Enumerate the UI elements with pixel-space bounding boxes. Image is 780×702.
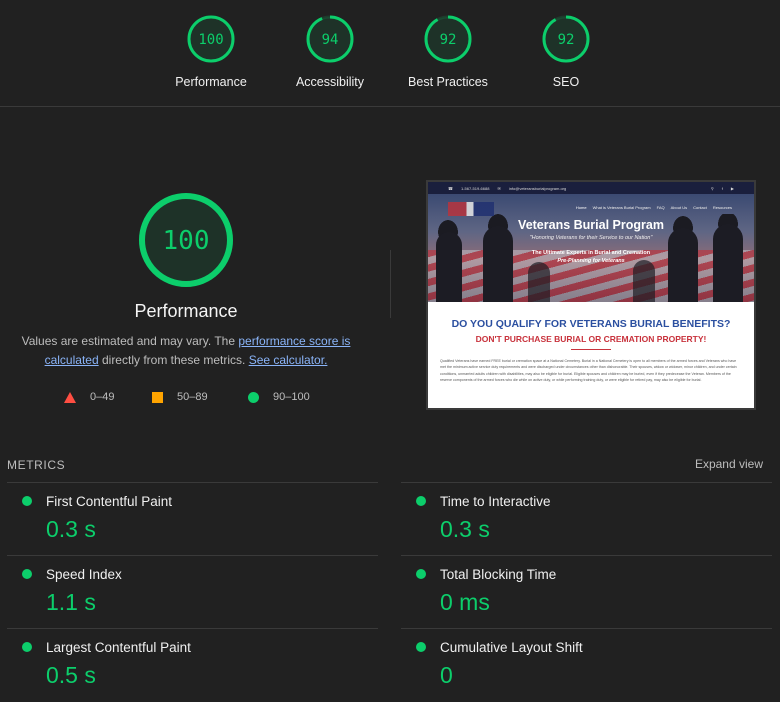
legend-pass: 90–100 (248, 391, 310, 403)
nav-item: What is Veterans Burial Program (592, 205, 651, 210)
gauge-label: Best Practices (408, 75, 488, 89)
search-icon: ⚲ (710, 185, 714, 191)
screenshot-title: Veterans Burial Program (518, 218, 664, 232)
legend-average: 50–89 (152, 391, 208, 403)
performance-description: Values are estimated and may vary. The p… (14, 332, 358, 370)
metric-name: Speed Index (46, 567, 122, 582)
summary-bar: 100 Performance 94 Accessibility 92 Best… (0, 0, 780, 107)
description-text: directly from these metrics. (98, 353, 249, 367)
circle-pass-icon (22, 496, 32, 506)
legend-range: 90–100 (273, 391, 310, 403)
metric-first-contentful-paint: First Contentful Paint 0.3 s (7, 482, 378, 554)
description-text: Values are estimated and may vary. The (21, 334, 239, 348)
expand-view-toggle[interactable]: Expand view (695, 457, 763, 471)
gauge-best-practices[interactable]: 92 Best Practices (388, 14, 508, 89)
circle-pass-icon (416, 496, 426, 506)
circle-pass-icon (248, 391, 259, 403)
performance-gauge-large: 100 (139, 193, 233, 287)
divider (571, 349, 611, 350)
screenshot-paragraph: Qualified Veterans have earned FREE buri… (440, 359, 737, 383)
phone-icon: ☎ (448, 185, 453, 191)
legend-range: 50–89 (177, 391, 208, 403)
metric-value: 0.3 s (440, 516, 490, 542)
legend-range: 0–49 (90, 391, 115, 403)
gauge-score: 92 (440, 32, 457, 48)
gauge-label: Performance (175, 75, 247, 89)
topbar-phone: 1-567-519-6688 (460, 185, 490, 191)
screenshot-question: DO YOU QUALIFY FOR VETERANS BURIAL BENEF… (451, 318, 731, 330)
screenshot-nav: Home What is Veterans Burial Program FAQ… (576, 205, 732, 210)
metrics-header: METRICS (7, 458, 66, 472)
legend-fail: 0–49 (64, 391, 114, 403)
nav-item: Home (575, 205, 587, 210)
see-calculator-link[interactable]: See calculator. (249, 353, 328, 367)
screenshot-body: DO YOU QUALIFY FOR VETERANS BURIAL BENEF… (428, 302, 754, 384)
metric-value: 0.5 s (46, 662, 96, 688)
gauge-performance[interactable]: 100 Performance (151, 14, 271, 89)
metric-value: 0 (440, 662, 453, 688)
youtube-icon: ▶ (730, 185, 734, 191)
nav-item: About Us (670, 205, 688, 210)
metric-largest-contentful-paint: Largest Contentful Paint 0.5 s (7, 628, 378, 700)
gauge-score: 92 (558, 32, 575, 48)
gauge-ring: 92 (542, 15, 590, 63)
metric-name: First Contentful Paint (46, 494, 173, 509)
metric-name: Cumulative Layout Shift (440, 640, 583, 655)
final-screenshot[interactable]: ☎ 1-567-519-6688 ✉ info@veteransburialpr… (426, 180, 756, 410)
gauge-score: 94 (322, 32, 339, 48)
gauge-accessibility[interactable]: 94 Accessibility (270, 14, 390, 89)
gauge-score: 100 (198, 32, 223, 48)
topbar-email: info@veteransburialprogram.org (508, 185, 567, 191)
circle-pass-icon (416, 642, 426, 652)
gauge-ring: 94 (306, 15, 354, 63)
metric-time-to-interactive: Time to Interactive 0.3 s (401, 482, 772, 554)
performance-score: 100 (163, 226, 210, 256)
nav-item: Contact (693, 205, 707, 210)
nav-item: FAQ (656, 205, 665, 210)
circle-pass-icon (416, 569, 426, 579)
metric-name: Time to Interactive (440, 494, 551, 509)
metric-name: Largest Contentful Paint (46, 640, 191, 655)
square-average-icon (152, 391, 163, 403)
screenshot-subtitle: "Honoring Veterans for their Service to … (529, 235, 653, 241)
screenshot-tagline: The Ultimate Experts in Burial and Crema… (531, 250, 651, 256)
circle-pass-icon (22, 642, 32, 652)
site-logo (448, 202, 494, 216)
screenshot-tagline: Pre-Planning for Veterans (557, 258, 625, 264)
metric-cumulative-layout-shift: Cumulative Layout Shift 0 (401, 628, 772, 700)
gauge-label: Accessibility (295, 75, 365, 89)
nav-item: Resources (712, 205, 732, 210)
screenshot-hero: Home What is Veterans Burial Program FAQ… (428, 194, 754, 302)
gauge-seo[interactable]: 92 SEO (506, 14, 626, 89)
metric-total-blocking-time: Total Blocking Time 0 ms (401, 555, 772, 627)
gauge-ring: 92 (424, 15, 472, 63)
metric-value: 1.1 s (46, 589, 96, 615)
divider (390, 250, 391, 318)
metric-value: 0.3 s (46, 516, 96, 542)
triangle-fail-icon (64, 391, 76, 403)
screenshot-topbar: ☎ 1-567-519-6688 ✉ info@veteransburialpr… (428, 182, 754, 194)
metric-speed-index: Speed Index 1.1 s (7, 555, 378, 627)
mail-icon: ✉ (497, 185, 501, 191)
circle-pass-icon (22, 569, 32, 579)
facebook-icon: f (721, 185, 723, 191)
gauge-label: SEO (552, 75, 580, 89)
metric-value: 0 ms (440, 589, 490, 615)
screenshot-warning: DON'T PURCHASE BURIAL OR CREMATION PROPE… (475, 334, 707, 344)
metric-name: Total Blocking Time (440, 567, 557, 582)
performance-title: Performance (134, 301, 238, 321)
gauge-ring: 100 (187, 15, 235, 63)
